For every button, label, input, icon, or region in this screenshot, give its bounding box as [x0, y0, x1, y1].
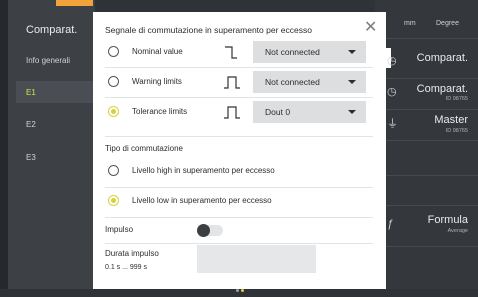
radio-level-low[interactable] [108, 195, 119, 206]
pulse-signal-icon [224, 76, 240, 89]
divider [375, 140, 478, 141]
chevron-down-icon [348, 80, 356, 84]
divider [105, 136, 373, 137]
label-nominal-value: Nominal value [132, 47, 183, 56]
right-item-comparat[interactable]: ◷ Comparat. [375, 40, 478, 78]
chevron-down-icon [348, 110, 356, 114]
pulse-toggle[interactable] [197, 224, 223, 237]
signal-row-warning: Warning limits Not connected [93, 69, 386, 95]
label-level-low: Livello low in superamento per eccesso [132, 196, 272, 205]
left-sidebar [0, 0, 95, 289]
divider [375, 246, 478, 247]
switch-option-high: Livello high in superamento per eccesso [93, 158, 386, 184]
page-dot-active[interactable] [241, 289, 244, 292]
page-indicator [235, 279, 245, 297]
divider [375, 38, 478, 39]
left-edge-strip [0, 0, 8, 289]
signal-row-nominal: Nominal value Not connected [93, 39, 386, 65]
sidebar-title: Comparat. [26, 24, 78, 36]
select-warning-limits[interactable]: Not connected [253, 71, 366, 93]
radio-tolerance-limits[interactable] [108, 106, 119, 117]
toggle-knob [197, 224, 210, 237]
select-nominal-value[interactable]: Not connected [253, 41, 366, 63]
unit-mm[interactable]: mm [404, 20, 416, 27]
switch-type-label: Tipo di commutazione [105, 144, 183, 153]
divider [105, 243, 373, 244]
radio-level-high[interactable] [108, 165, 119, 176]
close-icon[interactable]: ✕ [364, 20, 377, 36]
pulse-signal-icon [224, 106, 240, 119]
gauge-icon: ◷ [387, 86, 397, 98]
master-icon: ⏚ [387, 118, 398, 130]
label-tolerance-limits: Tolerance limits [132, 107, 188, 116]
pulse-duration-label: Durata impulso [105, 249, 159, 258]
label-level-high: Livello high in superamento per eccesso [132, 166, 275, 175]
sidebar-item-e1[interactable]: E1 [26, 88, 36, 97]
pulse-label: Impulso [105, 225, 134, 234]
label-warning-limits: Warning limits [132, 77, 182, 86]
status-indicator [56, 0, 93, 6]
page-dot[interactable] [236, 289, 239, 292]
radio-nominal-value[interactable] [108, 46, 119, 57]
formula-icon: ƒ [387, 218, 394, 230]
right-item-master[interactable]: ⏚ Master ID 98765 [375, 110, 478, 140]
pulse-duration-range: 0.1 s ... 999 s [105, 264, 148, 271]
pulse-duration-input[interactable] [197, 245, 316, 273]
chevron-down-icon [348, 50, 356, 54]
right-item-comparat-id[interactable]: ◷ Comparat. ID 98765 [375, 79, 478, 109]
divider [105, 67, 373, 68]
sidebar-item-e2[interactable]: E2 [26, 120, 36, 129]
divider [375, 175, 478, 176]
dialog-title: Segnale di commutazione in superamento p… [105, 25, 312, 35]
sidebar-item-info-generali[interactable]: Info generali [26, 56, 70, 65]
sidebar-item-e3[interactable]: E3 [26, 153, 36, 162]
step-signal-icon [225, 46, 237, 59]
switching-signal-dialog: Segnale di commutazione in superamento p… [93, 12, 386, 292]
gauge-icon: ◷ [387, 55, 397, 67]
signal-row-tolerance: Tolerance limits Dout 0 [93, 98, 386, 124]
unit-degree[interactable]: Degree [436, 20, 459, 27]
divider [105, 217, 373, 218]
switch-option-low: Livello low in superamento per eccesso [93, 188, 386, 214]
right-item-formula[interactable]: ƒ Formula Average [375, 206, 478, 246]
select-tolerance-limits[interactable]: Dout 0 [253, 101, 366, 123]
radio-warning-limits[interactable] [108, 76, 119, 87]
